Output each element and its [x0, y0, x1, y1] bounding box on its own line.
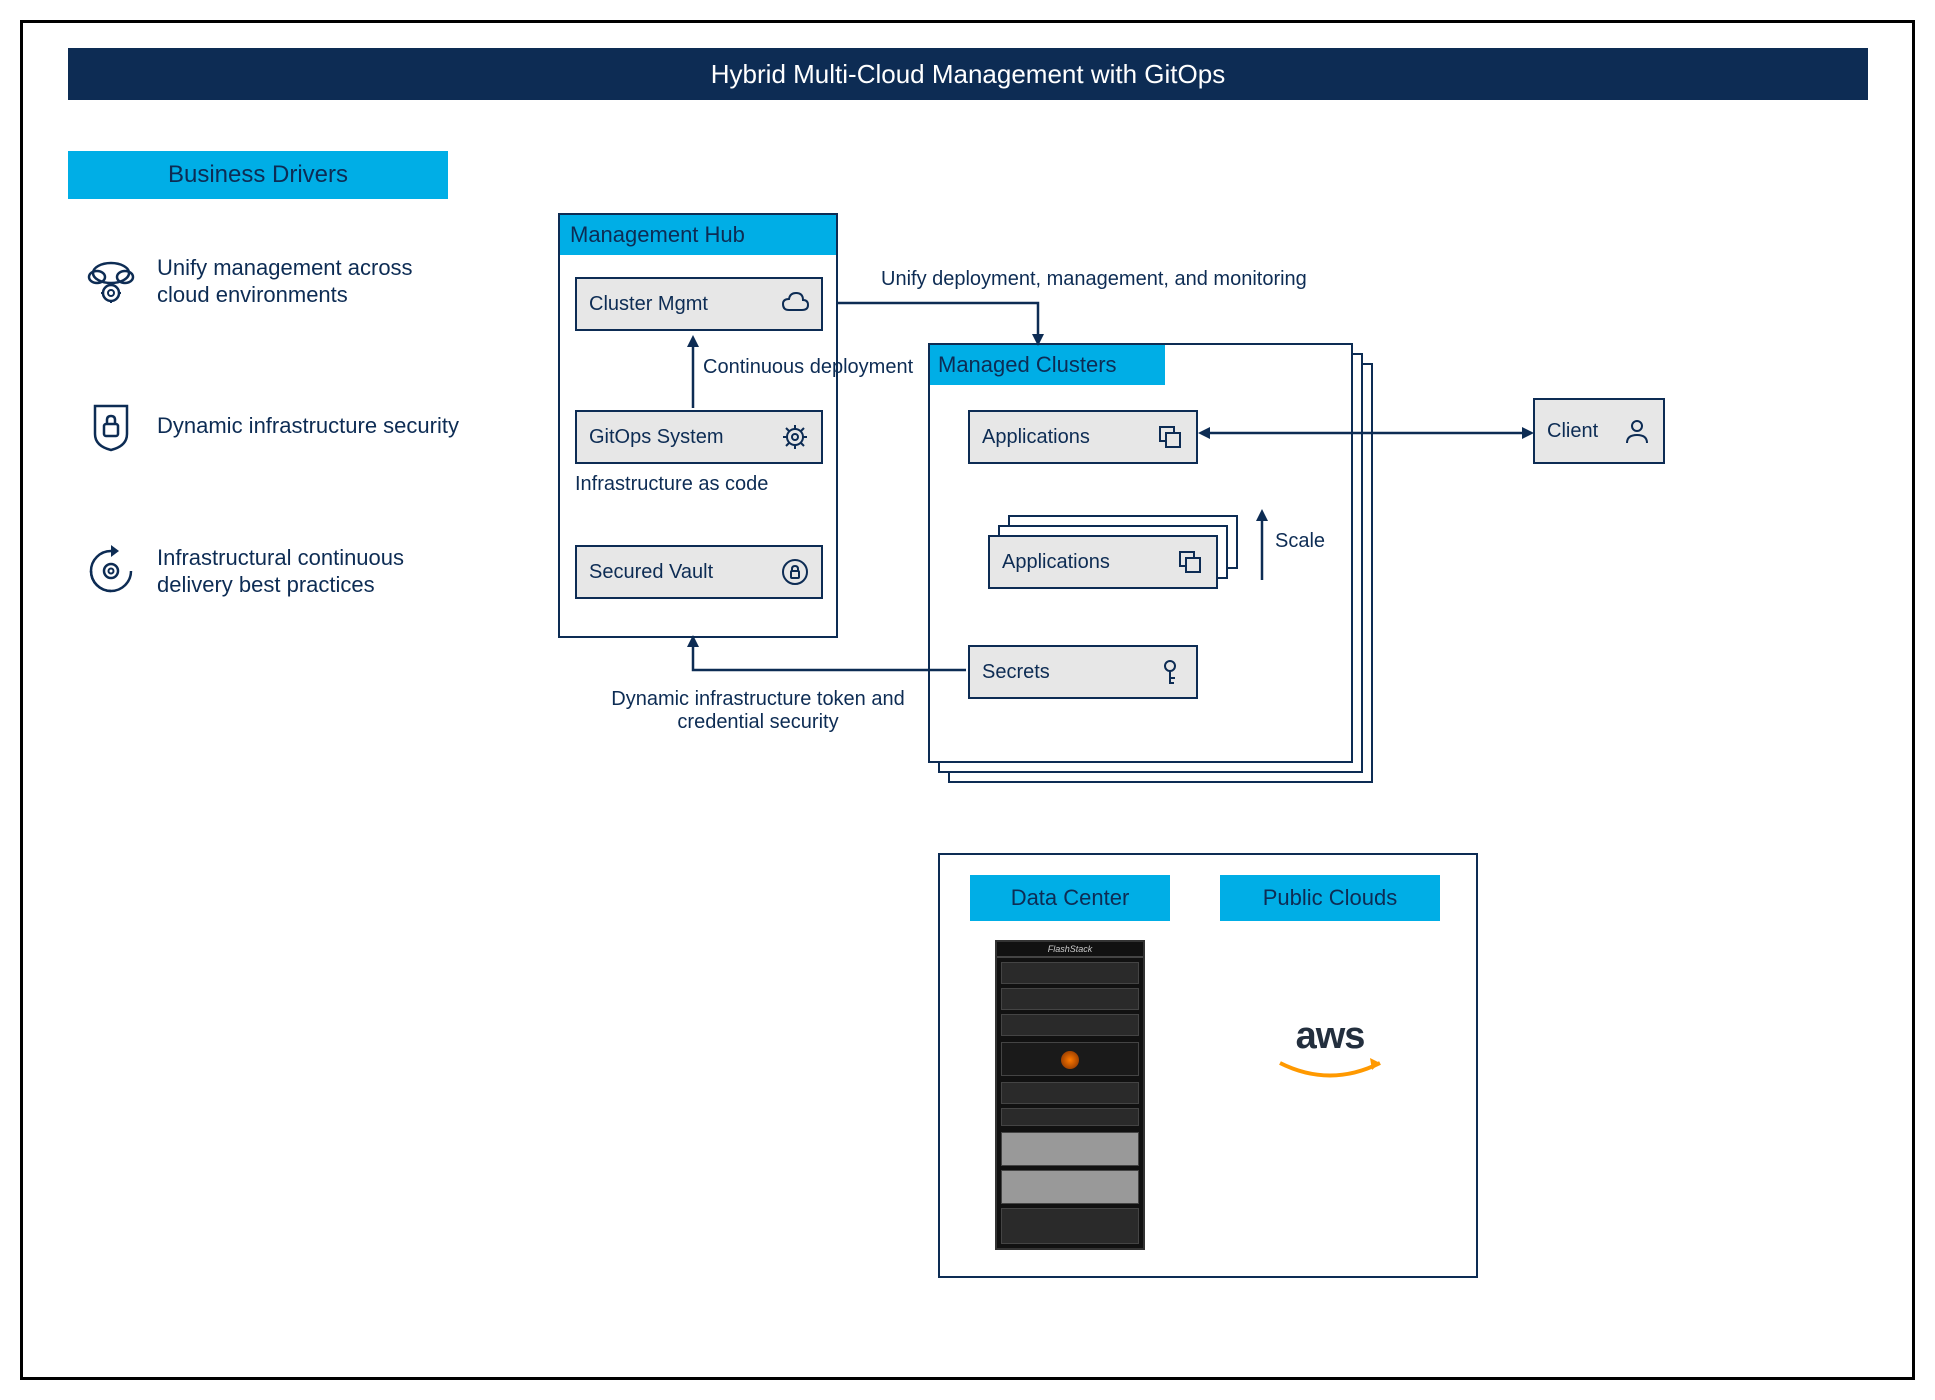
client-box: Client [1533, 398, 1665, 464]
infrastructure-container: Data Center Public Clouds FlashStack aws [938, 853, 1478, 1278]
driver-text: Unify management across cloud environmen… [157, 254, 463, 309]
gitops-label: GitOps System [589, 426, 723, 449]
shield-lock-icon [83, 398, 139, 454]
cluster-mgmt-label: Cluster Mgmt [589, 293, 708, 316]
management-hub-container: Management Hub Cluster Mgmt GitOps Syste… [558, 213, 838, 638]
public-clouds-header: Public Clouds [1220, 875, 1440, 921]
driver-item-cd: Infrastructural continuous delivery best… [83, 543, 463, 599]
diagram-frame: Hybrid Multi-Cloud Management with GitOp… [20, 20, 1915, 1380]
driver-item-unify: Unify management across cloud environmen… [83, 253, 463, 309]
lock-circle-icon [781, 558, 809, 586]
key-icon [1156, 658, 1184, 686]
secrets-box: Secrets [968, 645, 1198, 699]
gitops-system-box: GitOps System [575, 410, 823, 464]
arrow-apps-to-client [1198, 423, 1538, 453]
business-drivers-header: Business Drivers [68, 151, 448, 199]
driver-text: Dynamic infrastructure security [157, 412, 459, 440]
client-label: Client [1547, 420, 1598, 443]
cycle-gear-icon [83, 543, 139, 599]
managed-clusters-container: Managed Clusters Applications Applicatio… [928, 343, 1353, 763]
applications-box-2: Applications [988, 535, 1218, 589]
continuous-deploy-label: Continuous deployment [703, 356, 913, 379]
vault-security-label: Dynamic infrastructure token and credent… [578, 688, 938, 734]
applications-label: Applications [982, 426, 1090, 449]
driver-item-security: Dynamic infrastructure security [83, 398, 463, 454]
aws-text: aws [1270, 1015, 1390, 1058]
applications-box-1: Applications [968, 410, 1198, 464]
cloud-gear-icon [83, 253, 139, 309]
unify-label: Unify deployment, management, and monito… [881, 268, 1307, 291]
rack-label: FlashStack [997, 944, 1143, 958]
page-title: Hybrid Multi-Cloud Management with GitOp… [68, 48, 1868, 100]
applications-label: Applications [1002, 551, 1110, 574]
user-icon [1623, 417, 1651, 445]
vault-label: Secured Vault [589, 561, 713, 584]
scale-label: Scale [1275, 530, 1325, 553]
gear-icon [781, 423, 809, 451]
management-hub-header: Management Hub [560, 215, 836, 255]
copy-icon [1156, 423, 1184, 451]
arrow-cluster-to-managed [838, 298, 1058, 358]
cloud-icon [781, 290, 809, 318]
data-center-header: Data Center [970, 875, 1170, 921]
secrets-label: Secrets [982, 661, 1050, 684]
cluster-mgmt-box: Cluster Mgmt [575, 277, 823, 331]
infra-as-code-label: Infrastructure as code [575, 473, 768, 496]
aws-logo: aws [1270, 1015, 1390, 1093]
server-rack-image: FlashStack [995, 940, 1145, 1250]
copy-icon [1176, 548, 1204, 576]
driver-text: Infrastructural continuous delivery best… [157, 544, 463, 599]
aws-smile-icon [1275, 1058, 1385, 1088]
secured-vault-box: Secured Vault [575, 545, 823, 599]
